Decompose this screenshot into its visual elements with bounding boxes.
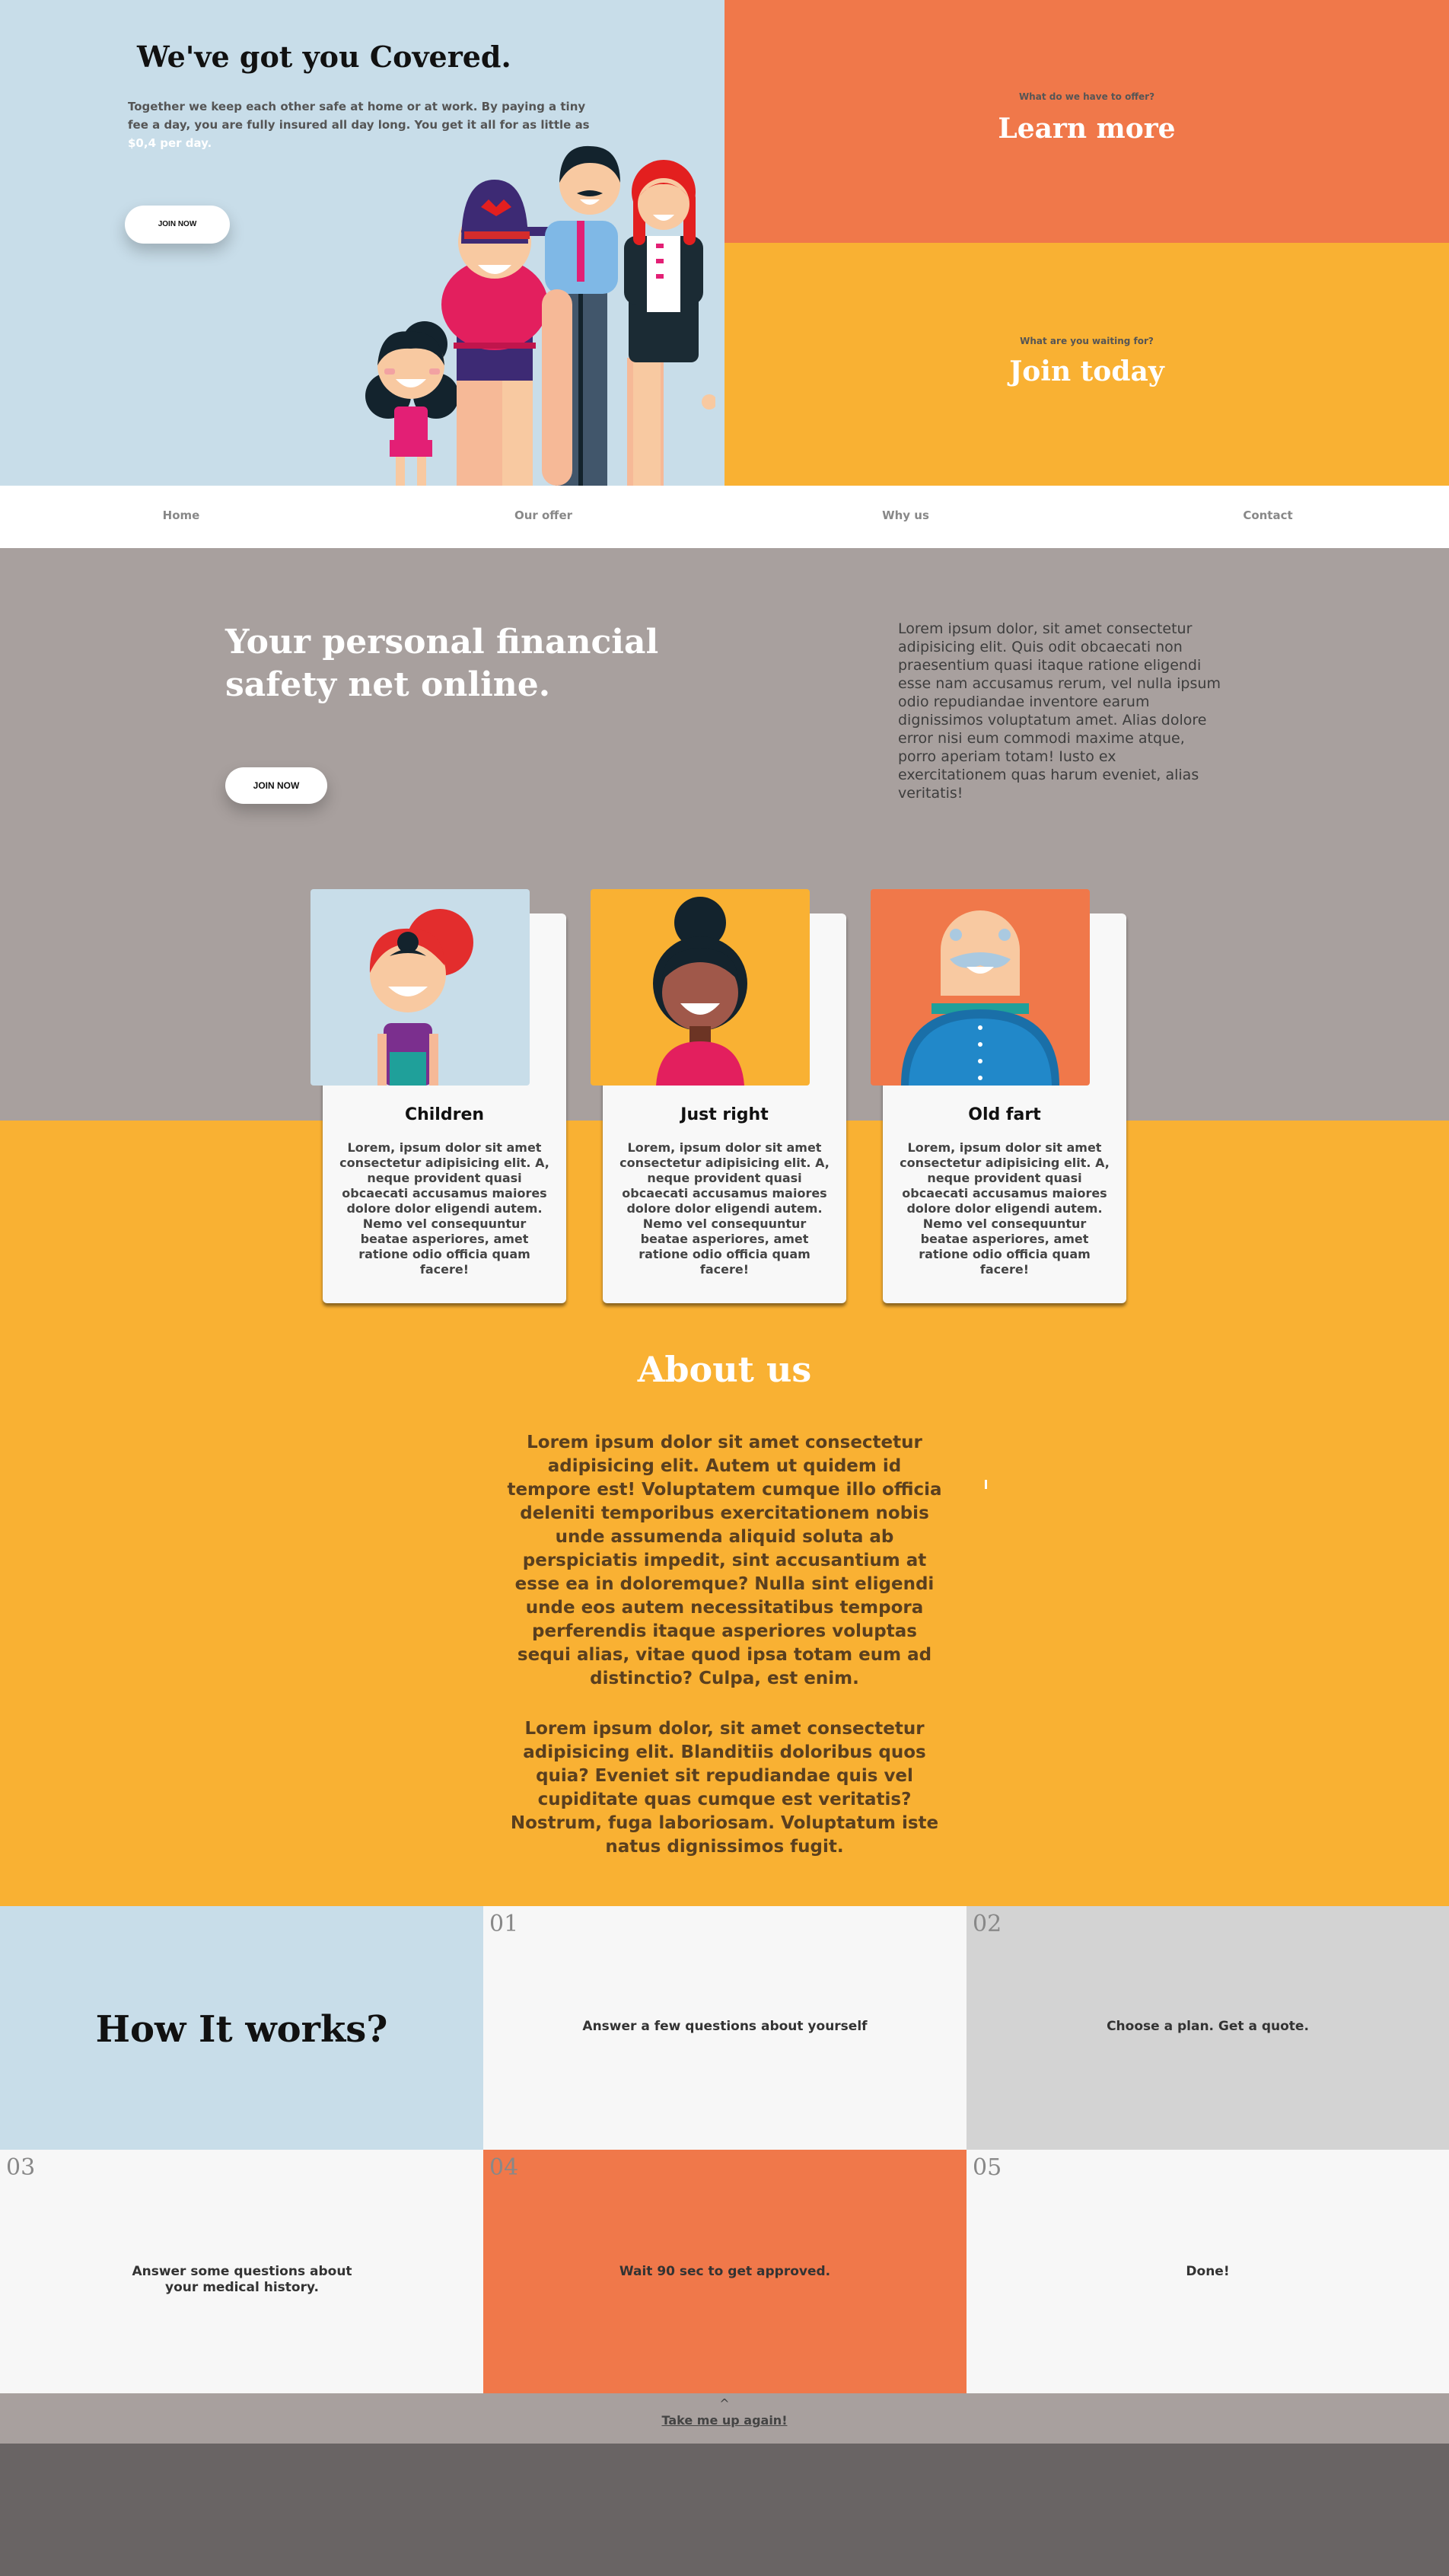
back-to-top-link[interactable]: Take me up again!: [0, 2413, 1449, 2428]
step-number: 03: [6, 2154, 36, 2181]
card-title: Old fart: [968, 1105, 1041, 1124]
how-title-tile: How It works?: [0, 1906, 483, 2150]
nav-our-offer[interactable]: Our offer: [362, 509, 724, 522]
footer: [0, 2444, 1449, 2576]
step-text: Done!: [1186, 2264, 1230, 2279]
about-paragraph-2: Lorem ipsum dolor, sit amet consectetur …: [510, 1719, 939, 1857]
step-tile: 04 Wait 90 sec to get approved.: [483, 2150, 967, 2393]
step-tile: 03 Answer some questions about your medi…: [0, 2150, 483, 2393]
about-title: About us: [637, 1349, 812, 1390]
nav-contact[interactable]: Contact: [1087, 509, 1449, 522]
join-subtitle: What are you waiting for?: [1020, 336, 1154, 346]
senior-avatar: [871, 889, 1090, 1086]
caret-up-icon[interactable]: ^: [0, 2396, 1449, 2411]
hero-join-button[interactable]: JOIN NOW: [125, 206, 230, 244]
step-tile: 05 Done!: [967, 2150, 1449, 2393]
card-text: Lorem, ipsum dolor sit amet consectetur …: [900, 1140, 1110, 1277]
offer-panel[interactable]: What do we have to offer? Learn more: [724, 0, 1449, 243]
safety-text: Lorem ipsum dolor, sit amet consectetur …: [898, 620, 1221, 802]
hero-section: We've got you Covered. Together we keep …: [0, 0, 724, 486]
card-title: Just right: [680, 1105, 769, 1124]
back-to-top-bar: ^ Take me up again!: [0, 2393, 1449, 2444]
offer-subtitle: What do we have to offer?: [1018, 91, 1155, 102]
hero-title: We've got you Covered.: [137, 40, 511, 74]
hero-price-highlight: $0,4 per day.: [128, 136, 212, 150]
how-it-works-section: How It works? 01 Answer a few questions …: [0, 1906, 1449, 2393]
step-number: 02: [973, 1911, 1002, 1937]
child-avatar: [310, 889, 530, 1086]
nav-why-us[interactable]: Why us: [724, 509, 1087, 522]
safety-title: Your personal financial safety net onlin…: [225, 623, 659, 704]
step-text: Answer some questions about your medical…: [132, 2264, 352, 2295]
step-number: 01: [489, 1911, 519, 1937]
cursor-marker: [985, 1480, 987, 1489]
hero-text-body: Together we keep each other safe at home…: [128, 100, 590, 132]
plan-card-just-right[interactable]: Just right Lorem, ipsum dolor sit amet c…: [591, 889, 846, 1303]
card-title: Children: [404, 1105, 485, 1124]
offer-title[interactable]: Learn more: [724, 113, 1449, 145]
plan-card-old-fart[interactable]: Old fart Lorem, ipsum dolor sit amet con…: [871, 889, 1126, 1303]
step-text: Answer a few questions about yourself: [582, 2019, 868, 2034]
nav-home[interactable]: Home: [0, 509, 362, 522]
how-title: How It works?: [95, 2008, 388, 2051]
main-nav: Home Our offer Why us Contact: [0, 486, 1449, 548]
join-panel[interactable]: What are you waiting for? Join today: [724, 243, 1449, 486]
safety-join-button[interactable]: JOIN NOW: [225, 767, 327, 804]
adult-avatar: [591, 889, 810, 1086]
plan-card-children[interactable]: Children Lorem, ipsum dolor sit amet con…: [310, 889, 566, 1303]
family-illustration: [365, 145, 715, 486]
step-text: Choose a plan. Get a quote.: [1107, 2019, 1309, 2034]
card-text: Lorem, ipsum dolor sit amet consectetur …: [619, 1140, 830, 1277]
step-tile: 02 Choose a plan. Get a quote.: [967, 1906, 1449, 2150]
card-text: Lorem, ipsum dolor sit amet consectetur …: [339, 1140, 549, 1277]
about-paragraph-1: Lorem ipsum dolor sit amet consectetur a…: [507, 1433, 942, 1688]
step-tile: 01 Answer a few questions about yourself: [483, 1906, 967, 2150]
step-number: 05: [973, 2154, 1002, 2181]
step-text: Wait 90 sec to get approved.: [619, 2264, 831, 2279]
step-number: 04: [489, 2154, 519, 2181]
join-title[interactable]: Join today: [724, 355, 1449, 387]
